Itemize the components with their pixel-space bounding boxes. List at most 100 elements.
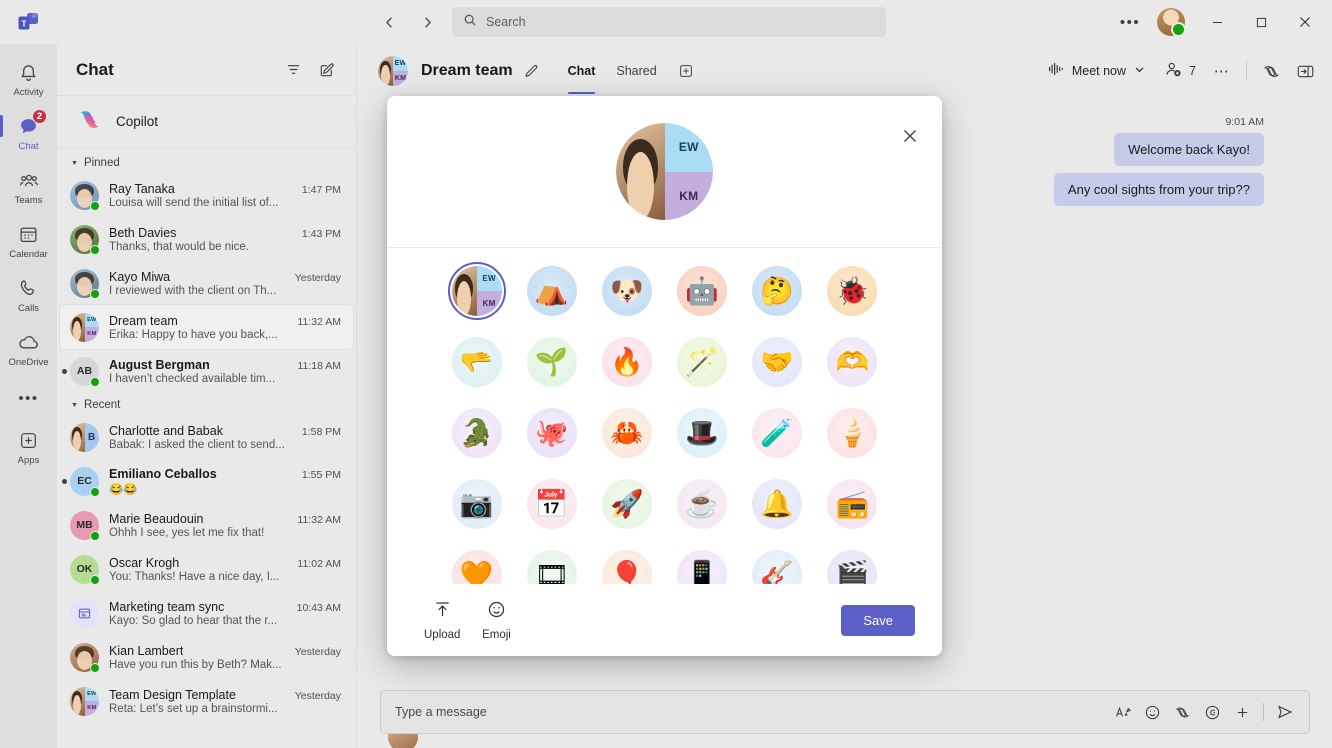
sidebar-item-calls[interactable]: Calls	[0, 268, 57, 322]
monster-crab-avatar[interactable]: 🦀	[601, 408, 652, 458]
presence-indicator	[90, 288, 100, 299]
monster-octopus-avatar[interactable]: 🐙	[526, 408, 577, 458]
chat-list-item[interactable]: Beth Davies 1:43 PM Thanks, that would be …	[60, 217, 353, 261]
camera-avatar[interactable]: 📷	[451, 479, 502, 529]
chat-list-item[interactable]: Kian Lambert Yesterday Have you run this b…	[60, 635, 353, 679]
film-reel-avatar[interactable]: 🎞	[526, 550, 577, 584]
sidebar-item-onedrive[interactable]: OneDrive	[0, 322, 57, 376]
sidebar-item-activity[interactable]: Activity	[0, 52, 57, 106]
search-input[interactable]: Search	[452, 7, 886, 37]
bell-avatar[interactable]: 🔔	[752, 479, 803, 529]
tab-chat[interactable]: Chat	[559, 58, 605, 94]
avatar-grid-scroll[interactable]: EW KM ⛺ 🐶 🤖 🤔 🐞 🫳 🌱 🔥 🪄 🤝 🫶 🐊 🐙 🦀 🎩 🧪 🍦 📷 📅 🚀 ☕ 🔔 📻 🧡 🎞 🎈 📱 🎸 🎬	[387, 248, 942, 584]
camping-avatar[interactable]: ⛺	[526, 266, 577, 316]
dog-avatar[interactable]: 🐶	[601, 266, 652, 316]
sidebar-item-teams[interactable]: Teams	[0, 160, 57, 214]
hands-holding-flame-avatar[interactable]: 🔥	[601, 337, 652, 387]
sidebar-item-label: Teams	[14, 194, 43, 206]
format-text-icon[interactable]	[1108, 698, 1136, 726]
video-player-avatar[interactable]: 🎬	[827, 550, 878, 584]
maximize-button[interactable]	[1240, 7, 1282, 37]
calendar-avatar[interactable]: 📅	[526, 479, 577, 529]
avatar	[70, 224, 100, 255]
chat-list-item[interactable]: MB Marie Beaudouin 11:32 AM Ohhh I see, yes…	[60, 503, 353, 547]
message-input[interactable]: Type a message	[380, 690, 1310, 734]
monster-crocodile-avatar[interactable]: 🐊	[451, 408, 502, 458]
bug-avatar[interactable]: 🐞	[827, 266, 878, 316]
save-button[interactable]: Save	[841, 605, 915, 636]
handshake-avatar[interactable]: 🤝	[752, 337, 803, 387]
close-icon[interactable]	[894, 120, 926, 152]
boombox-avatar[interactable]: 📻	[827, 479, 878, 529]
back-button[interactable]	[374, 7, 404, 37]
minimize-button[interactable]	[1196, 7, 1238, 37]
hot-air-balloon-avatar[interactable]: 🎈	[601, 550, 652, 584]
heart-avatar[interactable]: 🧡	[451, 550, 502, 584]
chat-group-header[interactable]: ▼ Recent	[57, 393, 356, 415]
avatar-grid[interactable]: EW KM ⛺ 🐶 🤖 🤔 🐞 🫳 🌱 🔥 🪄 🤝 🫶 🐊 🐙 🦀 🎩 🧪 🍦 📷 📅 🚀 ☕ 🔔 📻 🧡 🎞 🎈 📱 🎸 🎬	[439, 262, 890, 584]
chat-list-item[interactable]: AB August Bergman 11:18 AM I haven’t checke…	[60, 349, 353, 393]
robot-avatar[interactable]: 🤖	[677, 266, 728, 316]
guitar-avatar[interactable]: 🎸	[752, 550, 803, 584]
copilot-icon[interactable]	[1168, 698, 1196, 726]
sidebar-item-apps[interactable]: Apps	[0, 420, 57, 474]
tab-shared[interactable]: Shared	[607, 58, 665, 84]
current-team-avatar[interactable]: EW KM	[447, 262, 506, 320]
filter-icon[interactable]	[278, 55, 308, 85]
add-attachment-icon[interactable]	[1228, 698, 1256, 726]
pencil-icon[interactable]	[522, 63, 539, 80]
open-side-panel-icon[interactable]	[1290, 56, 1320, 86]
copilot-icon[interactable]	[1256, 56, 1286, 86]
meet-now-button[interactable]: Meet now	[1039, 56, 1153, 87]
chat-list-item[interactable]: B Charlotte and Babak 1:58 PM Babak: I aske…	[60, 415, 353, 459]
app-window-avatar[interactable]: 📱	[677, 550, 728, 584]
teams-people-icon	[18, 169, 40, 193]
hands-stacked-avatar[interactable]: 🫳	[451, 337, 502, 387]
rocket-avatar[interactable]: 🚀	[601, 479, 652, 529]
chat-list-item[interactable]: EW KM Team Design Template Yesterday Reta: L…	[60, 679, 353, 723]
divider	[1246, 61, 1247, 81]
giphy-icon[interactable]	[1198, 698, 1226, 726]
avatar: B	[70, 422, 99, 452]
chat-item-name: August Bergman	[109, 357, 210, 372]
add-tab-icon[interactable]	[673, 58, 699, 84]
avatar[interactable]	[1157, 8, 1186, 37]
teacup-avatar[interactable]: ☕	[677, 479, 728, 529]
sidebar-more-button[interactable]: •••	[0, 376, 57, 420]
chat-list-pane: Chat Copilot ▼ Pinned Ray Tanaka 1:47 PM…	[57, 44, 357, 748]
copilot-list-item[interactable]: Copilot	[57, 96, 356, 148]
sidebar-item-chat[interactable]: 2 Chat	[0, 106, 57, 160]
thinking-face-avatar[interactable]: 🤔	[752, 266, 803, 316]
emoji-button[interactable]: Emoji	[470, 596, 522, 645]
monster-icecream-avatar[interactable]: 🍦	[827, 408, 878, 458]
leaf-in-hand-avatar[interactable]: 🌱	[526, 337, 577, 387]
chat-list-item[interactable]: EW KM Dream team 11:32 AM Erika: Happy to ha…	[60, 305, 353, 349]
chat-list-item[interactable]: EC Emiliano Ceballos 1:55 PM 😂😂	[60, 459, 353, 503]
monster-bunny-hat-avatar[interactable]: 🎩	[677, 408, 728, 458]
chat-list-item[interactable]: Ray Tanaka 1:47 PM Louisa will send the in…	[60, 173, 353, 217]
forward-button[interactable]	[412, 7, 442, 37]
chat-list-item[interactable]: Marketing team sync 10:43 AM Kayo: So glad…	[60, 591, 353, 635]
heart-hands-avatar[interactable]: 🫶	[827, 337, 878, 387]
cloud-icon	[17, 331, 40, 355]
new-chat-icon[interactable]	[312, 55, 342, 85]
participants-button[interactable]: 7	[1157, 55, 1203, 87]
teams-logo-icon: T	[0, 10, 56, 34]
emoji-icon	[487, 600, 506, 624]
chat-list-item[interactable]: OK Oscar Krogh 11:02 AM You: Thanks! Have a…	[60, 547, 353, 591]
app-more-options-button[interactable]: •••	[1114, 7, 1146, 37]
avatar-glyph: 🎬	[835, 559, 870, 584]
upload-button[interactable]: Upload	[414, 596, 470, 645]
upload-icon	[433, 600, 452, 624]
monster-potion-avatar[interactable]: 🧪	[752, 408, 803, 458]
close-button[interactable]	[1284, 7, 1326, 37]
chat-list[interactable]: ▼ Pinned Ray Tanaka 1:47 PM Louisa will send…	[57, 148, 356, 748]
chat-list-item[interactable]: Kayo Miwa Yesterday I reviewed with the cl…	[60, 261, 353, 305]
magic-wand-avatar[interactable]: 🪄	[677, 337, 728, 387]
emoji-icon[interactable]	[1138, 698, 1166, 726]
sidebar-item-calendar[interactable]: Calendar	[0, 214, 57, 268]
send-icon[interactable]	[1271, 698, 1299, 726]
presence-indicator	[90, 244, 100, 255]
chat-group-header[interactable]: ▼ Pinned	[57, 151, 356, 173]
more-options-icon[interactable]: ⋯	[1207, 56, 1237, 86]
